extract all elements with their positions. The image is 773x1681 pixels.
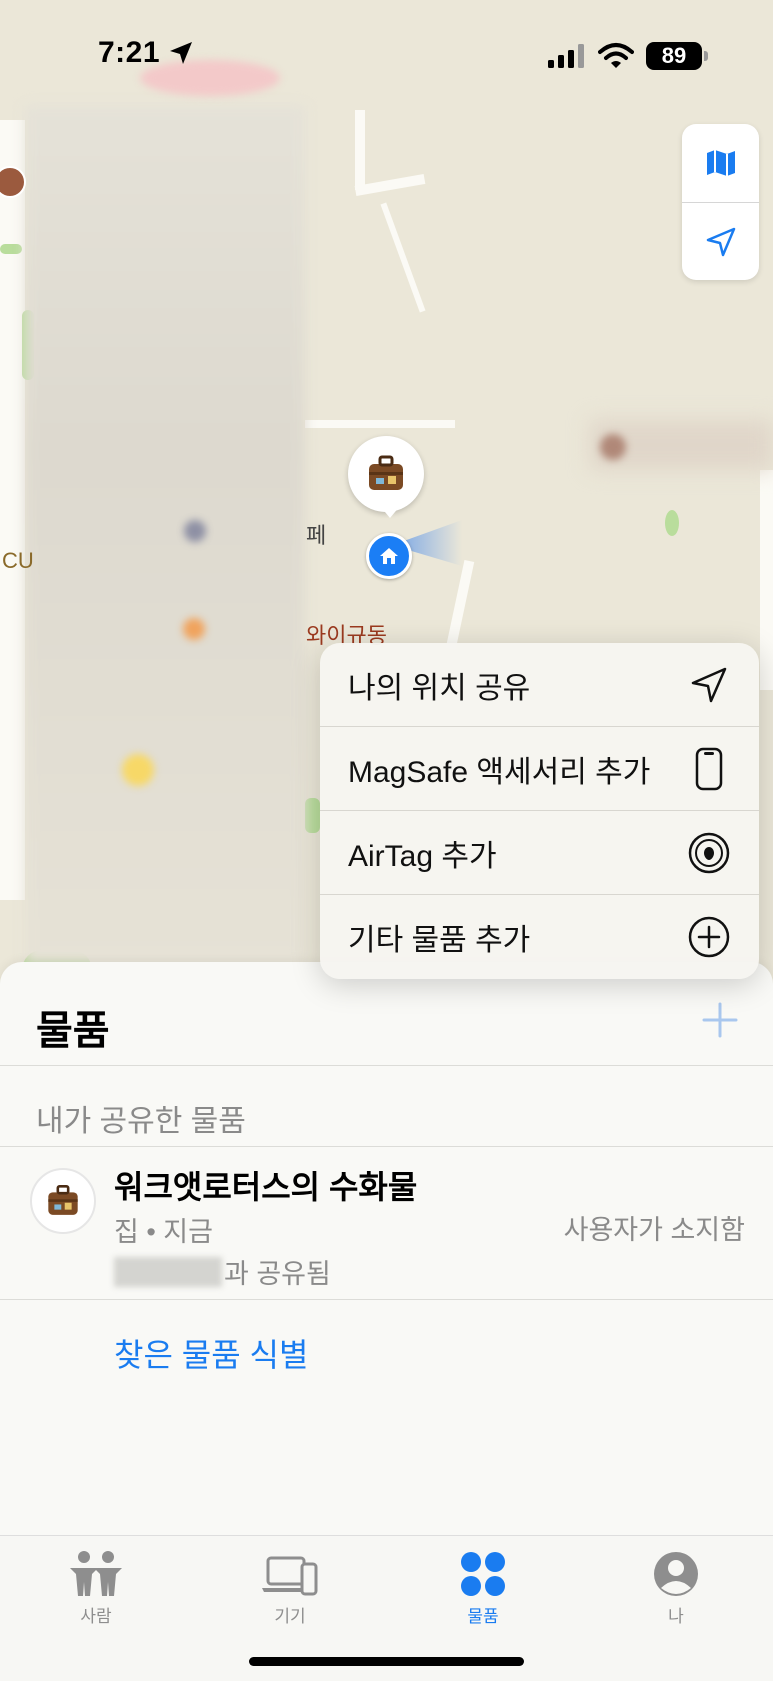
- menu-item-add-magsafe[interactable]: MagSafe 액세서리 추가: [320, 727, 759, 811]
- battery-indicator: 89: [646, 42, 702, 70]
- cellular-signal-icon: [548, 44, 584, 68]
- pin-tail: [380, 506, 400, 518]
- menu-item-share-location[interactable]: 나의 위치 공유: [320, 643, 759, 727]
- wifi-icon: [598, 43, 634, 68]
- map-blurred-region: [25, 105, 305, 965]
- map-road: [305, 420, 455, 428]
- menu-item-add-other[interactable]: 기타 물품 추가: [320, 895, 759, 979]
- map-road: [354, 173, 426, 197]
- phone-icon: [687, 747, 731, 791]
- airtag-icon: [687, 831, 731, 875]
- divider: [0, 1299, 773, 1300]
- menu-item-label: 나의 위치 공유: [348, 671, 531, 705]
- people-icon: [70, 1551, 122, 1596]
- map-road: [445, 559, 475, 651]
- item-location-time: 집 • 지금: [114, 1217, 213, 1247]
- divider: [0, 1146, 773, 1147]
- map-road: [0, 120, 25, 900]
- redacted-name: [114, 1256, 222, 1287]
- home-location-dot[interactable]: [366, 533, 412, 579]
- home-icon: [380, 548, 398, 564]
- menu-item-label: AirTag 추가: [348, 839, 497, 873]
- items-icon: [461, 1552, 505, 1596]
- map-park: [305, 798, 320, 833]
- luggage-pin[interactable]: [348, 436, 424, 512]
- map-road: [355, 110, 365, 190]
- tab-label: 물품: [467, 1607, 499, 1626]
- suitcase-icon: [369, 455, 403, 490]
- map-park: [0, 244, 22, 254]
- item-shared-with: 과 공유됨: [114, 1252, 331, 1291]
- identify-found-item-link[interactable]: 찾은 물품 식별: [114, 1330, 308, 1376]
- page-title: 물품: [36, 1009, 110, 1053]
- tab-label: 사람: [80, 1607, 112, 1626]
- location-arrow-icon: [687, 663, 731, 707]
- divider: [0, 1065, 773, 1066]
- map-park: [665, 510, 679, 536]
- tab-me[interactable]: 나: [611, 1550, 741, 1627]
- map-blurred-poi: [184, 520, 206, 542]
- tab-label: 기기: [274, 1607, 306, 1626]
- map-blurred-poi: [600, 434, 626, 460]
- status-time: 7:21: [98, 36, 161, 69]
- add-menu: 나의 위치 공유 MagSafe 액세서리 추가 AirTag 추가 기타 물품…: [320, 643, 759, 979]
- map-blurred-poi: [122, 754, 154, 786]
- menu-item-add-airtag[interactable]: AirTag 추가: [320, 811, 759, 895]
- map-blurred-poi: [183, 618, 205, 640]
- map-road: [380, 202, 426, 313]
- person-icon: [654, 1552, 698, 1596]
- map-mode-button[interactable]: [682, 124, 759, 202]
- tab-devices[interactable]: 기기: [225, 1550, 355, 1627]
- suitcase-icon: [48, 1185, 78, 1215]
- item-avatar: [30, 1168, 96, 1234]
- shared-suffix: 과 공유됨: [224, 1259, 331, 1289]
- item-owner-status: 사용자가 소지함: [563, 1215, 745, 1245]
- map-road: [760, 470, 773, 690]
- item-name: 워크앳로터스의 수화물: [114, 1169, 418, 1205]
- tab-people[interactable]: 사람: [31, 1550, 161, 1627]
- location-arrow-icon: [706, 227, 735, 257]
- locate-me-button[interactable]: [682, 203, 759, 281]
- menu-item-label: 기타 물품 추가: [348, 924, 531, 957]
- menu-item-label: MagSafe 액세서리 추가: [348, 755, 651, 789]
- tab-label: 나: [668, 1607, 684, 1626]
- add-item-button[interactable]: [700, 1000, 740, 1040]
- map-label: CU: [2, 548, 34, 573]
- section-header: 내가 공유한 물품: [36, 1105, 246, 1138]
- tab-items[interactable]: 물품: [418, 1550, 548, 1627]
- map-controls: [682, 124, 759, 280]
- plus-circle-icon: [687, 915, 731, 959]
- map-blurred-poi: [140, 60, 280, 96]
- battery-tip: [704, 51, 708, 61]
- map-label: 페: [306, 523, 327, 548]
- devices-icon: [262, 1556, 318, 1596]
- location-services-icon: [170, 42, 192, 64]
- home-indicator[interactable]: [249, 1657, 524, 1666]
- map-icon: [706, 150, 735, 176]
